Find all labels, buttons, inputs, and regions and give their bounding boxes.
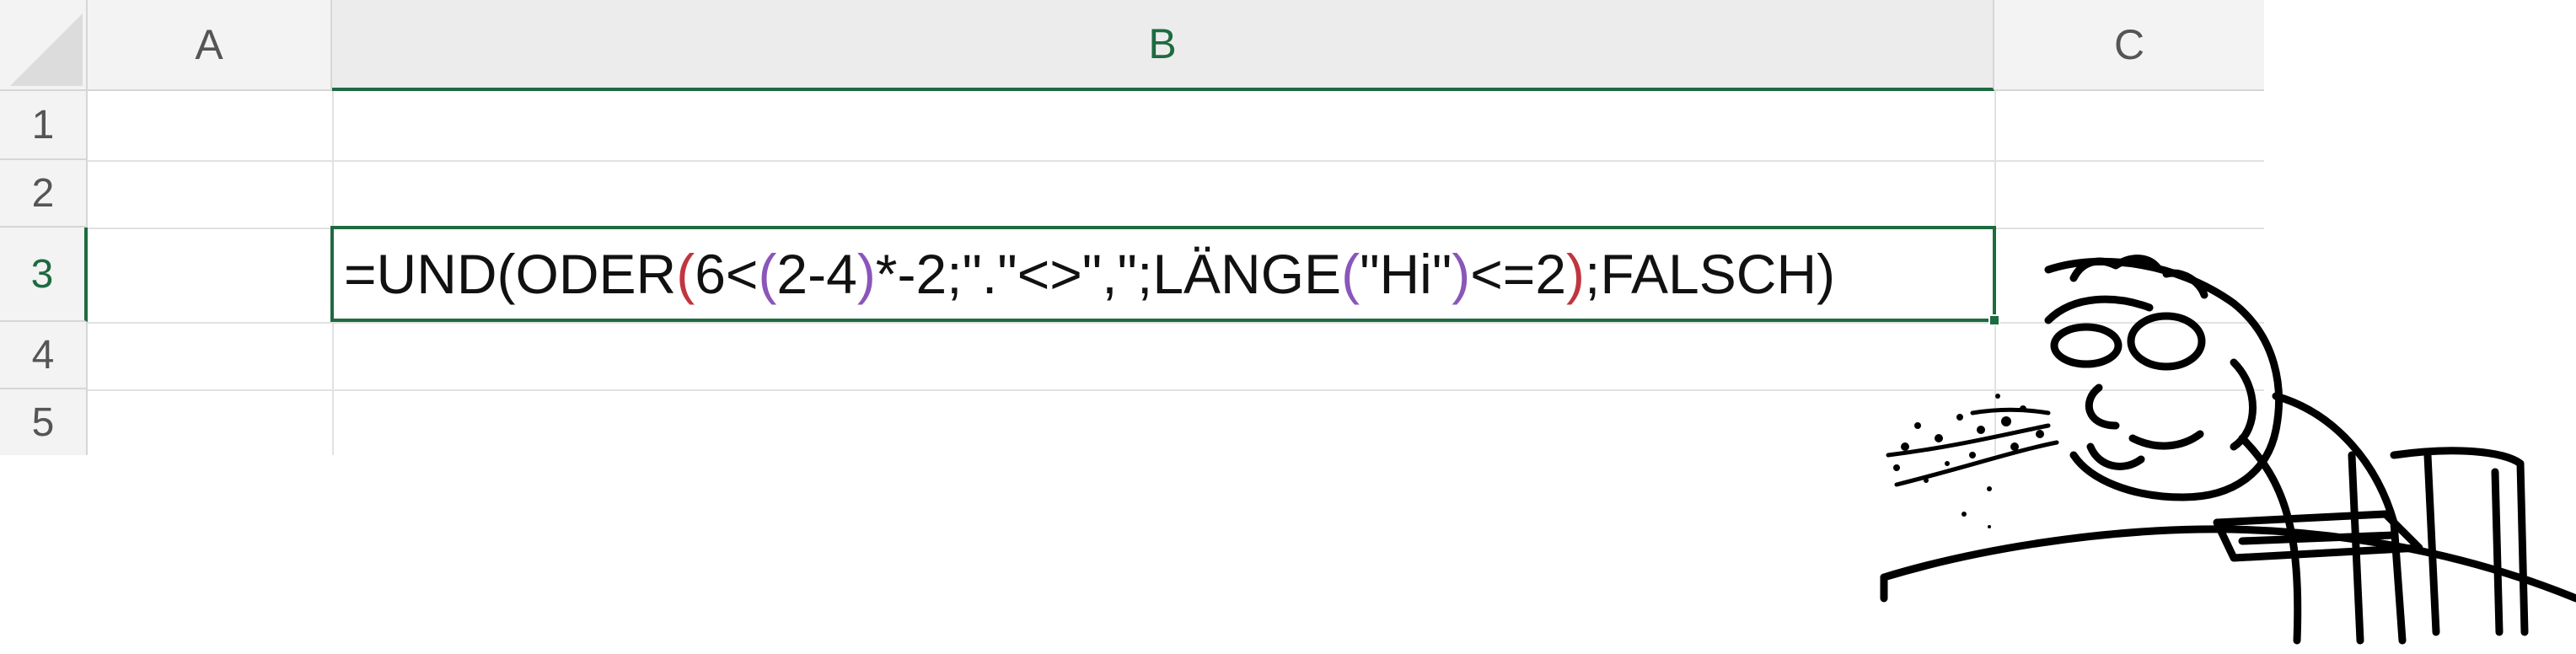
- gridline: [88, 160, 2264, 162]
- select-all-corner[interactable]: [0, 0, 88, 91]
- formula-text[interactable]: =UND(ODER(6<(2-4)*-2;"."<>",";LÄNGE("Hi"…: [344, 229, 1835, 319]
- formula-segment: 6<: [695, 243, 759, 305]
- paren-level1: (: [676, 243, 695, 305]
- row-header-4[interactable]: 4: [0, 322, 88, 389]
- column-header-c[interactable]: C: [1994, 0, 2264, 91]
- formula-segment: "Hi": [1360, 243, 1452, 305]
- select-all-triangle-icon: [10, 13, 83, 86]
- paren-level2: (: [1341, 243, 1360, 305]
- formula-segment: ;FALSCH): [1585, 243, 1836, 305]
- formula-segment: *-2;"."<>",";LÄNGE: [875, 243, 1342, 305]
- paren-level2: ): [856, 243, 876, 305]
- cell-b3-editor[interactable]: =UND(ODER(6<(2-4)*-2;"."<>",";LÄNGE("Hi"…: [330, 226, 2000, 326]
- paren-level2: ): [1452, 243, 1471, 305]
- formula-segment: <=2: [1470, 243, 1567, 305]
- paren-level2: (: [758, 243, 777, 305]
- row-header-3[interactable]: 3: [0, 228, 88, 322]
- row-header-2[interactable]: 2: [0, 160, 88, 228]
- row-header-1[interactable]: 1: [0, 91, 88, 160]
- spitting-coffee-meme-image: [1880, 255, 2576, 645]
- row-header-5[interactable]: 5: [0, 389, 88, 455]
- column-header-a[interactable]: A: [88, 0, 332, 91]
- paren-level1: ): [1566, 243, 1586, 305]
- formula-segment: 2-4: [776, 243, 857, 305]
- formula-segment: =UND(ODER: [344, 243, 677, 305]
- column-header-b[interactable]: B: [332, 0, 1994, 91]
